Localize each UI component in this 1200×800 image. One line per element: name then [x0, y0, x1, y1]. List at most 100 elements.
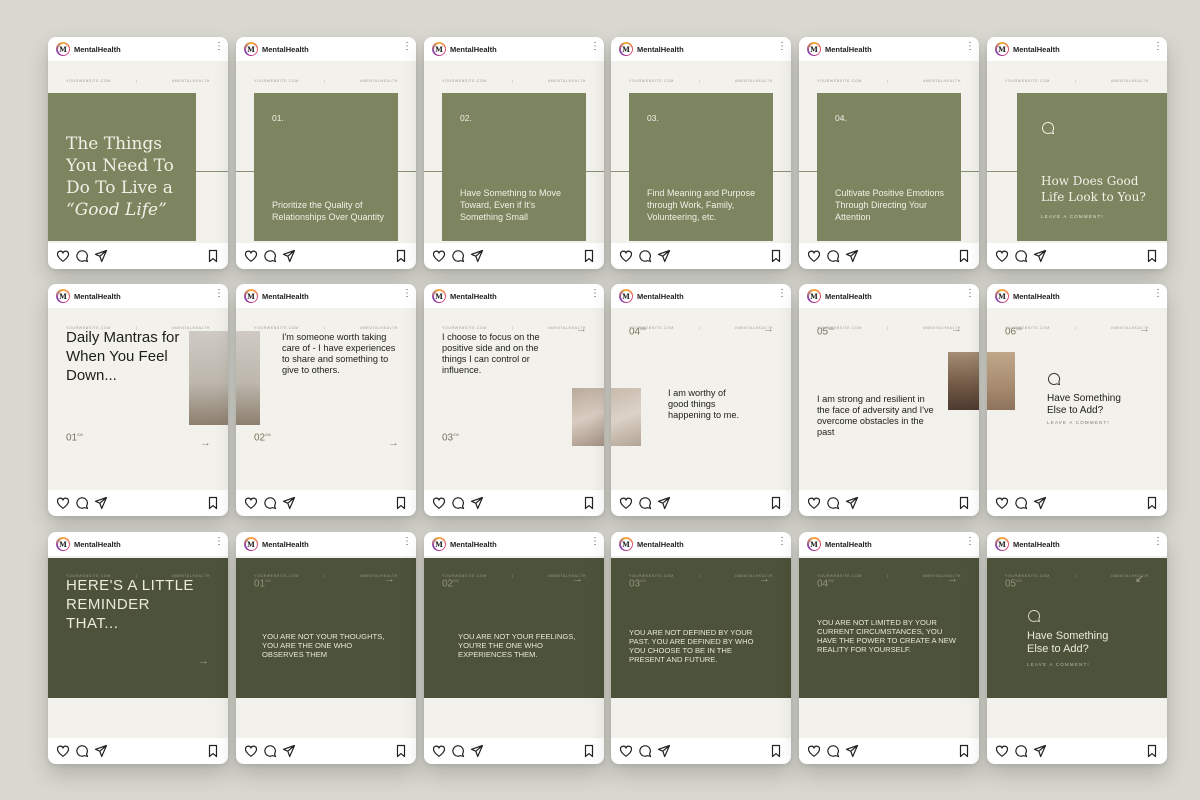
account-name[interactable]: MentalHealth — [637, 292, 684, 301]
heart-icon[interactable] — [995, 496, 1009, 510]
comment-icon[interactable] — [263, 496, 277, 510]
heart-icon[interactable] — [995, 249, 1009, 263]
more-icon[interactable]: ⋮ — [777, 537, 787, 547]
account-name[interactable]: MentalHealth — [450, 45, 497, 54]
comment-icon[interactable] — [638, 744, 652, 758]
more-icon[interactable]: ⋮ — [1153, 42, 1163, 52]
avatar[interactable]: M — [807, 537, 821, 551]
arrow-right-icon[interactable]: → — [388, 438, 399, 449]
more-icon[interactable]: ⋮ — [402, 537, 412, 547]
share-icon[interactable] — [845, 249, 859, 263]
avatar[interactable]: M — [995, 537, 1009, 551]
post-card[interactable]: 02. Have Something to Move Toward, Even … — [424, 37, 604, 269]
comment-icon[interactable] — [826, 744, 840, 758]
more-icon[interactable]: ⋮ — [965, 537, 975, 547]
avatar[interactable]: M — [619, 537, 633, 551]
comment-icon[interactable] — [451, 496, 465, 510]
bookmark-icon[interactable] — [1145, 744, 1159, 758]
bookmark-icon[interactable] — [206, 496, 220, 510]
share-icon[interactable] — [657, 744, 671, 758]
share-icon[interactable] — [845, 496, 859, 510]
post-card[interactable]: 06/06 → Have Something Else to Add? LEAV… — [987, 284, 1167, 516]
share-icon[interactable] — [282, 249, 296, 263]
avatar[interactable]: M — [432, 289, 446, 303]
bookmark-icon[interactable] — [206, 744, 220, 758]
account-name[interactable]: MentalHealth — [450, 292, 497, 301]
avatar[interactable]: M — [56, 42, 70, 56]
avatar[interactable]: M — [432, 537, 446, 551]
avatar[interactable]: M — [244, 537, 258, 551]
leave-comment-cta[interactable]: LEAVE A COMMENT! — [1027, 662, 1090, 667]
comment-icon[interactable] — [1014, 249, 1028, 263]
more-icon[interactable]: ⋮ — [1153, 537, 1163, 547]
avatar[interactable]: M — [244, 289, 258, 303]
arrow-right-icon[interactable]: → — [198, 656, 209, 667]
share-icon[interactable] — [470, 249, 484, 263]
account-name[interactable]: MentalHealth — [450, 540, 497, 549]
account-name[interactable]: MentalHealth — [637, 540, 684, 549]
bookmark-icon[interactable] — [582, 744, 596, 758]
heart-icon[interactable] — [56, 249, 70, 263]
avatar[interactable]: M — [807, 289, 821, 303]
leave-comment-cta[interactable]: LEAVE A COMMENT! — [1047, 420, 1110, 425]
more-icon[interactable]: ⋮ — [214, 537, 224, 547]
share-icon[interactable] — [1033, 496, 1047, 510]
post-card[interactable]: How Does Good Life Look to You? LEAVE A … — [987, 37, 1167, 269]
share-icon[interactable] — [657, 249, 671, 263]
avatar[interactable]: M — [56, 537, 70, 551]
account-name[interactable]: MentalHealth — [74, 45, 121, 54]
avatar[interactable]: M — [995, 289, 1009, 303]
account-name[interactable]: MentalHealth — [1013, 45, 1060, 54]
account-name[interactable]: MentalHealth — [825, 292, 872, 301]
share-icon[interactable] — [470, 496, 484, 510]
bookmark-icon[interactable] — [1145, 496, 1159, 510]
share-icon[interactable] — [1033, 744, 1047, 758]
heart-icon[interactable] — [807, 496, 821, 510]
heart-icon[interactable] — [807, 744, 821, 758]
more-icon[interactable]: ⋮ — [214, 289, 224, 299]
heart-icon[interactable] — [995, 744, 1009, 758]
share-icon[interactable] — [470, 744, 484, 758]
post-card[interactable]: 05/05 ↙ Have Something Else to Add? LEAV… — [987, 532, 1167, 764]
account-name[interactable]: MentalHealth — [1013, 540, 1060, 549]
more-icon[interactable]: ⋮ — [590, 537, 600, 547]
comment-icon[interactable] — [638, 496, 652, 510]
post-card[interactable]: 01. Prioritize the Quality of Relationsh… — [236, 37, 416, 269]
account-name[interactable]: MentalHealth — [262, 540, 309, 549]
more-icon[interactable]: ⋮ — [777, 289, 787, 299]
share-icon[interactable] — [845, 744, 859, 758]
comment-icon[interactable] — [75, 496, 89, 510]
post-card[interactable]: 04. Cultivate Positive Emotions Through … — [799, 37, 979, 269]
comment-icon[interactable] — [263, 249, 277, 263]
bookmark-icon[interactable] — [957, 744, 971, 758]
more-icon[interactable]: ⋮ — [1153, 289, 1163, 299]
share-icon[interactable] — [94, 249, 108, 263]
comment-icon[interactable] — [638, 249, 652, 263]
heart-icon[interactable] — [244, 249, 258, 263]
comment-icon[interactable] — [75, 249, 89, 263]
bookmark-icon[interactable] — [957, 496, 971, 510]
post-card[interactable]: 04/06 → I am worthy of good things happe… — [611, 284, 791, 516]
heart-icon[interactable] — [244, 744, 258, 758]
avatar[interactable]: M — [56, 289, 70, 303]
avatar[interactable]: M — [619, 42, 633, 56]
bookmark-icon[interactable] — [206, 249, 220, 263]
share-icon[interactable] — [1033, 249, 1047, 263]
more-icon[interactable]: ⋮ — [590, 289, 600, 299]
post-card[interactable]: I choose to focus on the positive side a… — [424, 284, 604, 516]
share-icon[interactable] — [94, 496, 108, 510]
heart-icon[interactable] — [432, 249, 446, 263]
bookmark-icon[interactable] — [394, 496, 408, 510]
comment-icon[interactable] — [451, 744, 465, 758]
post-card[interactable]: 03. Find Meaning and Purpose through Wor… — [611, 37, 791, 269]
comment-icon[interactable] — [1014, 744, 1028, 758]
post-card[interactable]: 04/05 → YOU ARE NOT LIMITED BY YOUR CURR… — [799, 532, 979, 764]
more-icon[interactable]: ⋮ — [777, 42, 787, 52]
share-icon[interactable] — [282, 496, 296, 510]
more-icon[interactable]: ⋮ — [402, 42, 412, 52]
arrow-right-icon[interactable]: → — [200, 438, 211, 449]
more-icon[interactable]: ⋮ — [402, 289, 412, 299]
bookmark-icon[interactable] — [582, 249, 596, 263]
share-icon[interactable] — [657, 496, 671, 510]
account-name[interactable]: MentalHealth — [262, 45, 309, 54]
